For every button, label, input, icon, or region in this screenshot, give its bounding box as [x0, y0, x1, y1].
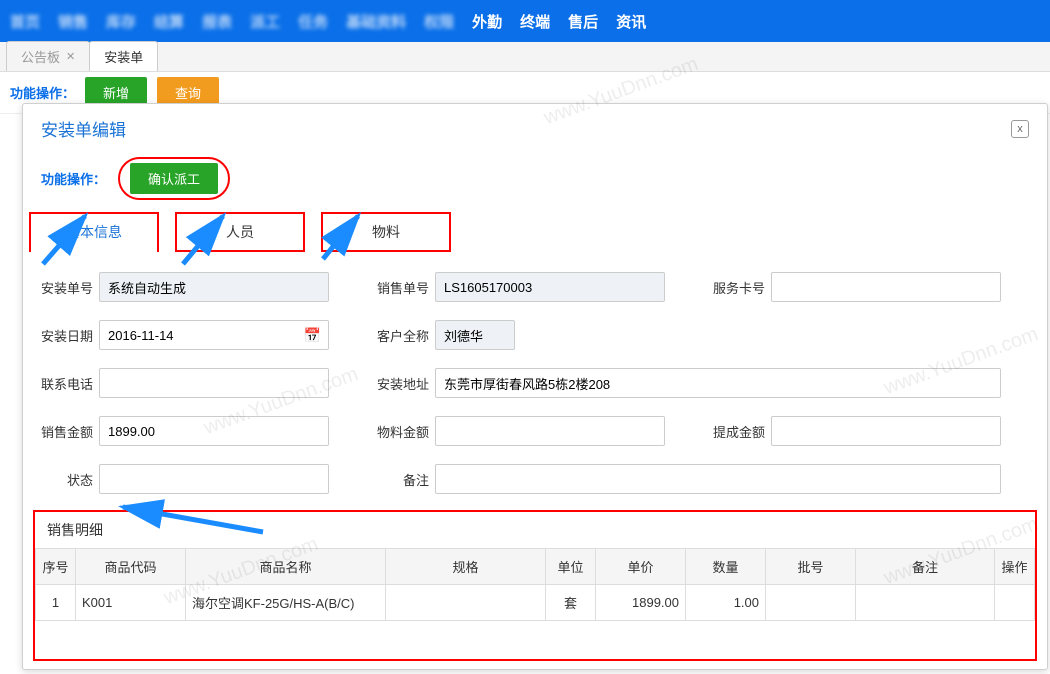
- tab-material[interactable]: 物料: [321, 212, 451, 252]
- col-batch: 批号: [766, 549, 856, 585]
- col-name: 商品名称: [186, 549, 386, 585]
- modal-title: 安装单编辑: [41, 116, 126, 141]
- nav-item[interactable]: 销售: [58, 11, 88, 32]
- toolbar-label: 功能操作：: [41, 169, 106, 188]
- nav-item[interactable]: 结算: [154, 11, 184, 32]
- label-sale-amt: 销售金额: [33, 422, 93, 441]
- top-nav: 首页 销售 库存 结算 报表 派工 任务 基础资料 权限 外勤 终端 售后 资讯: [0, 0, 1050, 42]
- sales-detail-table: 序号 商品代码 商品名称 规格 单位 单价 数量 批号 备注 操作 1K001海…: [35, 548, 1035, 621]
- label-phone: 联系电话: [33, 374, 93, 393]
- nav-item[interactable]: 报表: [202, 11, 232, 32]
- label-addr: 安装地址: [369, 374, 429, 393]
- modal-header: 安装单编辑 x: [23, 104, 1047, 153]
- nav-item[interactable]: 资讯: [616, 11, 646, 32]
- nav-item[interactable]: 终端: [520, 11, 550, 32]
- tab-label: 安装单: [104, 47, 143, 66]
- col-unit: 单位: [546, 549, 596, 585]
- toolbar-label: 功能操作：: [10, 83, 75, 102]
- nav-item[interactable]: 基础资料: [346, 11, 406, 32]
- col-remark: 备注: [856, 549, 995, 585]
- sales-detail-panel: 销售明细 序号 商品代码 商品名称 规格 单位 单价 数量 批号 备注 操作 1…: [33, 510, 1037, 661]
- address-field[interactable]: [435, 368, 1001, 398]
- remark-field[interactable]: [435, 464, 1001, 494]
- modal-toolbar: 功能操作： 确认派工: [23, 153, 1047, 212]
- label-remark: 备注: [369, 470, 429, 489]
- nav-item[interactable]: 权限: [424, 11, 454, 32]
- tab-board[interactable]: 公告板 ✕: [6, 41, 90, 71]
- nav-item[interactable]: 售后: [568, 11, 598, 32]
- label-bonus: 提成金额: [705, 422, 765, 441]
- page-tabs: 公告板 ✕ 安装单: [0, 42, 1050, 72]
- customer-field[interactable]: [435, 320, 515, 350]
- inner-tabs: 基本信息 人员 物料: [23, 212, 1047, 252]
- nav-item[interactable]: 首页: [10, 11, 40, 32]
- close-icon[interactable]: x: [1011, 120, 1029, 138]
- col-code: 商品代码: [76, 549, 186, 585]
- col-price: 单价: [596, 549, 686, 585]
- tab-basic[interactable]: 基本信息: [29, 212, 159, 252]
- col-no: 序号: [36, 549, 76, 585]
- nav-item[interactable]: 任务: [298, 11, 328, 32]
- label-mat-amt: 物料金额: [369, 422, 429, 441]
- label-card: 服务卡号: [705, 278, 765, 297]
- material-amount-field[interactable]: [435, 416, 665, 446]
- form-area: 安装单号 销售单号 服务卡号 安装日期 📅 客户全称 联系电话 安装地址 销售金额…: [23, 252, 1047, 504]
- bonus-field[interactable]: [771, 416, 1001, 446]
- nav-item[interactable]: 外勤: [472, 11, 502, 32]
- phone-field[interactable]: [99, 368, 329, 398]
- col-op: 操作: [995, 549, 1035, 585]
- col-spec: 规格: [386, 549, 546, 585]
- col-qty: 数量: [686, 549, 766, 585]
- label-order-no: 安装单号: [33, 278, 93, 297]
- tab-install[interactable]: 安装单: [89, 41, 158, 71]
- highlight-ellipse: 确认派工: [118, 157, 230, 200]
- label-date: 安装日期: [33, 326, 93, 345]
- panel-title: 销售明细: [35, 512, 1035, 548]
- order-no-field[interactable]: [99, 272, 329, 302]
- confirm-dispatch-button[interactable]: 确认派工: [130, 163, 218, 194]
- service-card-field[interactable]: [771, 272, 1001, 302]
- close-icon[interactable]: ✕: [66, 50, 75, 63]
- tab-staff[interactable]: 人员: [175, 212, 305, 252]
- label-sale-no: 销售单号: [369, 278, 429, 297]
- label-cust: 客户全称: [369, 326, 429, 345]
- tab-label: 公告板: [21, 47, 60, 66]
- label-status: 状态: [33, 470, 93, 489]
- edit-modal: 安装单编辑 x 功能操作： 确认派工 基本信息 人员 物料 安装单号 销售单号 …: [22, 103, 1048, 670]
- sale-amount-field[interactable]: [99, 416, 329, 446]
- status-field[interactable]: [99, 464, 329, 494]
- nav-item[interactable]: 库存: [106, 11, 136, 32]
- calendar-icon[interactable]: 📅: [304, 327, 321, 344]
- install-date-field[interactable]: [99, 320, 329, 350]
- table-row[interactable]: 1K001海尔空调KF-25G/HS-A(B/C)套1899.001.00: [36, 585, 1035, 621]
- nav-item[interactable]: 派工: [250, 11, 280, 32]
- sale-no-field[interactable]: [435, 272, 665, 302]
